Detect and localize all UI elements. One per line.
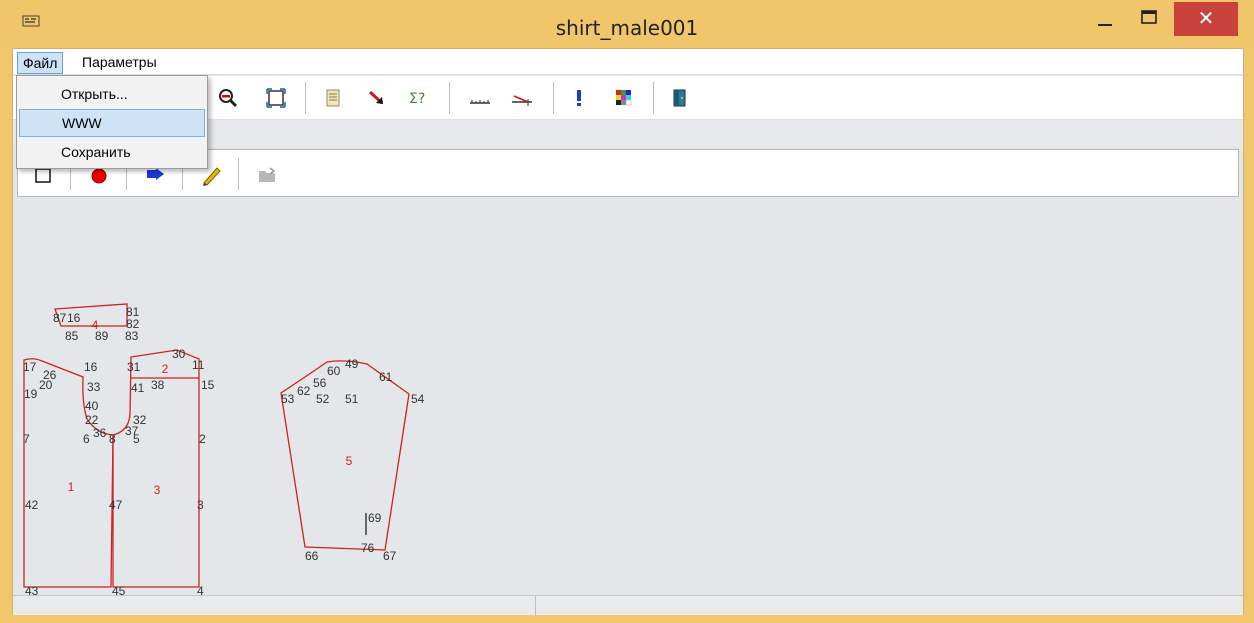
minimize-icon <box>1098 24 1112 26</box>
measure-angle-icon[interactable] <box>510 86 534 110</box>
point-label: 11 <box>192 358 205 372</box>
piece-labels: 1 2 3 4 5 <box>68 318 353 497</box>
toolbar-separator <box>449 82 450 114</box>
menu-parameters[interactable]: Параметры <box>77 52 162 74</box>
point-label: 15 <box>201 378 215 392</box>
piece-label-1: 1 <box>68 480 75 494</box>
document-icon[interactable] <box>321 86 345 110</box>
piece-label-2: 2 <box>162 362 169 376</box>
maximize-button[interactable] <box>1130 0 1170 36</box>
point-label: 22 <box>85 413 99 427</box>
point-label: 40 <box>85 399 99 413</box>
exit-door-icon[interactable] <box>667 86 691 110</box>
zoom-out-icon[interactable] <box>216 86 240 110</box>
menu-item-www[interactable]: WWW <box>19 109 205 137</box>
window-title: shirt_male001 <box>555 16 699 40</box>
point-labels: 87 16 81 82 85 89 83 30 17 16 31 11 15 2… <box>23 305 425 598</box>
point-label: 45 <box>112 584 126 595</box>
point-label: 85 <box>65 329 79 343</box>
file-menu-dropdown: Открыть... WWW Сохранить <box>16 75 208 169</box>
toolbar-separator <box>305 82 306 114</box>
point-label: 76 <box>361 541 375 555</box>
minimize-button[interactable] <box>1086 0 1126 36</box>
svg-text:Σ?: Σ? <box>409 91 425 107</box>
point-label: 66 <box>305 549 319 563</box>
point-label: 38 <box>151 378 165 392</box>
point-label: 47 <box>109 498 123 512</box>
arrow-icon[interactable] <box>365 86 389 110</box>
point-label: 2 <box>199 432 206 446</box>
point-label: 4 <box>197 584 204 595</box>
point-label: 62 <box>297 384 311 398</box>
point-label: 69 <box>368 511 382 525</box>
point-label: 7 <box>23 432 30 446</box>
point-label: 43 <box>25 584 39 595</box>
menu-item-open[interactable]: Открыть... <box>19 80 205 108</box>
folder-icon[interactable] <box>254 162 280 188</box>
piece-label-5: 5 <box>346 454 353 468</box>
point-label: 61 <box>379 370 393 384</box>
point-label: 19 <box>24 387 38 401</box>
point-label: 36 <box>93 426 107 440</box>
pattern-canvas[interactable]: 1 2 3 4 5 87 16 81 82 85 89 83 30 17 16 … <box>17 199 1239 598</box>
point-label: 87 <box>53 311 67 325</box>
point-label: 54 <box>411 392 425 406</box>
close-icon: ✕ <box>1197 8 1215 30</box>
fit-window-icon[interactable] <box>264 86 288 110</box>
measure-icon[interactable] <box>468 86 492 110</box>
toolbar-separator <box>653 82 654 114</box>
menu-item-save[interactable]: Сохранить <box>19 138 205 166</box>
point-label: 89 <box>95 329 109 343</box>
point-label: 49 <box>345 357 359 371</box>
point-label: 42 <box>25 498 39 512</box>
menu-bar: Файл Параметры <box>13 49 1243 75</box>
point-label: 33 <box>87 380 101 394</box>
point-label: 60 <box>327 364 341 378</box>
toolbar-separator <box>238 158 239 190</box>
close-button[interactable]: ✕ <box>1174 2 1238 36</box>
menu-file[interactable]: Файл <box>17 52 64 74</box>
toolbar-separator <box>553 82 554 114</box>
point-label: 8 <box>109 432 116 446</box>
palette-icon[interactable] <box>612 86 636 110</box>
point-label: 16 <box>67 311 81 325</box>
point-label: 3 <box>197 498 204 512</box>
point-label: 56 <box>313 376 327 390</box>
point-label: 53 <box>281 392 295 406</box>
point-label: 30 <box>172 347 186 361</box>
point-label: 83 <box>125 329 139 343</box>
exclamation-icon[interactable] <box>567 86 591 110</box>
title-bar[interactable]: shirt_male001 ✕ <box>0 0 1254 48</box>
sum-query-icon[interactable]: Σ? <box>407 86 431 110</box>
point-label: 5 <box>133 432 140 446</box>
point-label: 31 <box>127 360 141 374</box>
maximize-icon <box>1141 10 1157 24</box>
point-label: 16 <box>84 360 98 374</box>
point-label: 17 <box>23 360 37 374</box>
point-label: 51 <box>345 392 359 406</box>
point-label: 20 <box>39 378 53 392</box>
point-label: 67 <box>383 549 397 563</box>
status-bar <box>13 595 1243 616</box>
point-label: 41 <box>131 381 145 395</box>
point-label: 52 <box>316 392 330 406</box>
piece-label-3: 3 <box>154 483 161 497</box>
status-separator <box>535 596 536 616</box>
point-label: 6 <box>83 432 90 446</box>
